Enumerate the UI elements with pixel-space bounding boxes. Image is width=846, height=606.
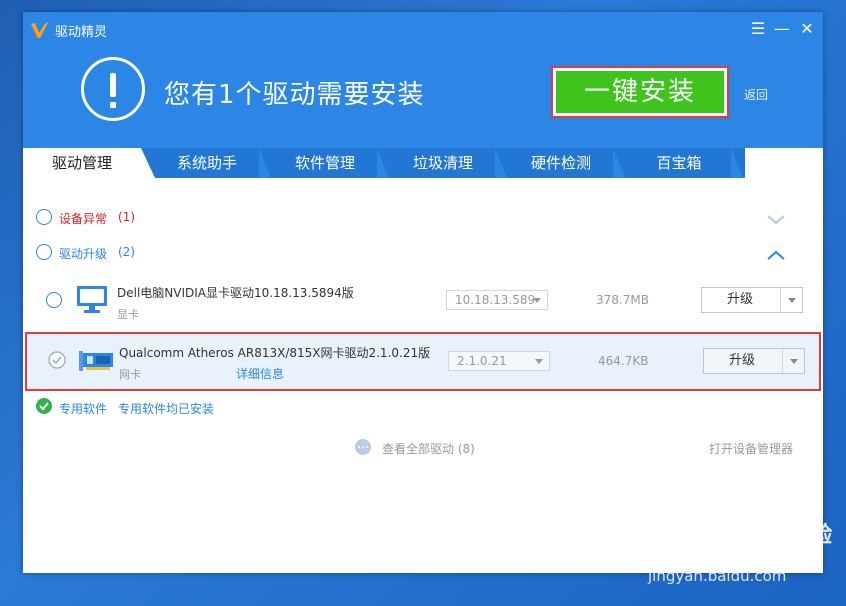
caret-down-icon (533, 298, 541, 303)
install-highlight: 一键安装 (551, 66, 729, 118)
device-manager-link[interactable]: 打开设备管理器 (709, 440, 793, 457)
upgrade-button[interactable]: 升级 (701, 287, 803, 313)
check-icon (36, 398, 52, 414)
driver-row[interactable]: Dell电脑NVIDIA显卡驱动10.18.13.5894版 显卡 10.18.… (23, 272, 823, 328)
dropdown-arrow-icon[interactable] (788, 298, 796, 303)
headline: 您有1个驱动需要安装 (164, 80, 425, 110)
tab-driver-management[interactable]: 驱动管理 (23, 148, 155, 178)
app-title: 驱动精灵 (55, 25, 108, 40)
minimize-button[interactable]: — (771, 18, 793, 40)
monitor-icon (77, 286, 107, 313)
driver-size: 464.7KB (598, 354, 649, 368)
tab-toolbox[interactable]: 百宝箱 (627, 148, 731, 178)
driver-content: 设备异常 (1) 驱动升级 (2) Dell电脑NVIDIA显卡驱动10.18.… (23, 178, 823, 573)
paw-icon (710, 517, 740, 548)
driver-size: 378.7MB (596, 293, 649, 307)
tab-bar: 驱动管理 系统助手 软件管理 垃圾清理 硬件检测 百宝箱 (23, 148, 823, 178)
back-link[interactable]: 返回 (744, 86, 768, 103)
software-status[interactable]: 专用软件均已安装 (118, 400, 214, 417)
driver-type: 显卡 (117, 308, 139, 321)
chevron-down-icon[interactable] (767, 214, 785, 226)
app-logo-icon (31, 21, 49, 38)
dropdown-arrow-icon[interactable] (790, 359, 798, 364)
more-icon[interactable] (355, 439, 371, 455)
upgrade-count: (2) (118, 245, 135, 259)
driver-name: Dell电脑NVIDIA显卡驱动10.18.13.5894版 (117, 286, 354, 300)
menu-icon[interactable]: ☰ (747, 18, 769, 40)
tab-strip-end (745, 148, 823, 178)
version-select[interactable]: 10.18.13.589 (446, 290, 548, 310)
version-select[interactable]: 2.1.0.21 (448, 351, 550, 371)
view-all-drivers-link[interactable]: 查看全部驱动 (8) (382, 440, 475, 457)
chevron-up-icon[interactable] (767, 249, 785, 261)
abnormal-radio[interactable] (36, 209, 52, 225)
watermark-suffix: 经验 (787, 523, 834, 548)
version-value: 2.1.0.21 (457, 354, 507, 368)
tab-junk-cleanup[interactable]: 垃圾清理 (391, 148, 495, 178)
tab-software-management[interactable]: 软件管理 (273, 148, 377, 178)
close-button[interactable]: ✕ (796, 18, 818, 40)
driver-row-selected[interactable]: Qualcomm Atheros AR813X/815X网卡驱动2.1.0.21… (25, 332, 821, 391)
app-window: 驱动精灵 ☰ — ✕ 您有1个驱动需要安装 一键安装 返回 驱动管理 系统助手 … (23, 12, 823, 573)
watermark-brand: Bai (648, 515, 705, 550)
driver-name: Qualcomm Atheros AR813X/815X网卡驱动2.1.0.21… (119, 346, 431, 360)
header-banner: 驱动精灵 ☰ — ✕ 您有1个驱动需要安装 一键安装 返回 驱动管理 系统助手 … (23, 12, 823, 178)
watermark-brand-tail: du (742, 515, 788, 550)
upgrade-label: 驱动升级 (59, 247, 108, 261)
upgrade-button[interactable]: 升级 (703, 348, 805, 374)
driver-select-radio[interactable] (46, 292, 62, 308)
caret-down-icon (535, 359, 543, 364)
upgrade-label: 升级 (728, 353, 755, 368)
check-circle-icon[interactable] (48, 351, 66, 369)
exclamation-icon (81, 57, 145, 121)
version-value: 10.18.13.589 (455, 293, 536, 307)
upgrade-label: 升级 (726, 292, 753, 307)
detail-info-link[interactable]: 详细信息 (236, 365, 284, 382)
software-label[interactable]: 专用软件 (59, 400, 107, 417)
watermark-url: jingyan.baidu.com (648, 567, 787, 585)
tab-system-assistant[interactable]: 系统助手 (155, 148, 259, 178)
abnormal-label: 设备异常 (59, 212, 108, 226)
upgrade-radio[interactable] (36, 244, 52, 260)
one-click-install-button[interactable]: 一键安装 (556, 71, 724, 113)
network-card-icon (79, 351, 113, 371)
driver-type: 网卡 (119, 368, 141, 381)
abnormal-count: (1) (118, 210, 135, 224)
tab-hardware-detection[interactable]: 硬件检测 (509, 148, 613, 178)
